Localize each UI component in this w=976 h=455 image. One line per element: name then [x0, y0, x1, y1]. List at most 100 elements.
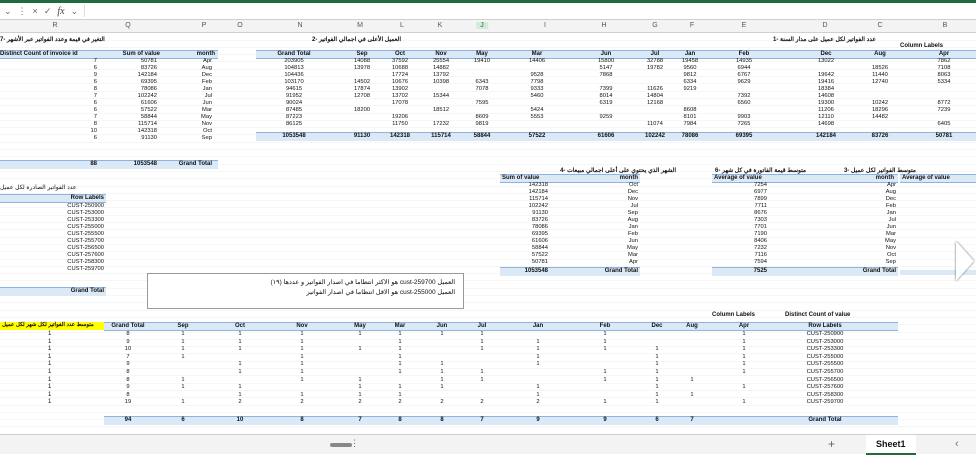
pivot1-cell: 17232 [432, 121, 450, 127]
table-row: 7 50781 Apr [0, 58, 218, 65]
pivot1-col-jan: Jan [684, 51, 696, 57]
sheet-tab-sheet1[interactable]: Sheet1 [866, 435, 916, 455]
column-header-q[interactable]: Q [125, 22, 130, 29]
formula-dropdown-icon[interactable]: ⌄ [71, 6, 79, 17]
column-header-d[interactable]: D [822, 22, 827, 29]
pivot1-column-labels[interactable]: Column Labels [900, 43, 943, 50]
pivot5-customer: CUST-256500 [67, 245, 104, 251]
analysis-note-textbox[interactable]: العميل cust-259700 هو الاكثر انتظاما في … [147, 273, 464, 309]
pivot1-cell: 7798 [530, 79, 544, 85]
list-item: CUST-256500 [0, 245, 106, 252]
pivot1-col-grand-total: Grand Total [277, 51, 311, 57]
table-row: 9 142184 Dec [0, 72, 218, 79]
pivot8-cell: 7 [690, 417, 694, 423]
formula-input[interactable] [84, 5, 976, 17]
pivot8-cell: 1 [603, 369, 607, 375]
pivot1-cell: 7078 [475, 86, 489, 92]
pivot1-col-apr: Apr [938, 51, 950, 57]
confirm-icon[interactable]: ✓ [44, 6, 52, 17]
add-sheet-button[interactable]: + [828, 437, 835, 451]
pivot6-month: May [885, 238, 896, 244]
pivot8-cell: 1 [181, 353, 185, 360]
left-value-cell: 1 [48, 361, 52, 368]
column-header-b[interactable]: B [943, 22, 948, 29]
column-header-i[interactable]: I [544, 22, 546, 29]
pivot8-col-13: Row Labels [808, 323, 842, 329]
pivot1-cell: 18526 [871, 65, 889, 71]
pivot7-total-row: 88 1053548 Grand Total [0, 160, 218, 169]
table-row: 104436 17724 13792 9528 7868 9812 6767 19642 114… [256, 72, 976, 79]
pivot1-cell: 12740 [871, 79, 889, 85]
column-header-n[interactable]: N [297, 22, 302, 29]
pivot1-cell: 13902 [391, 86, 409, 92]
column-header-f[interactable]: F [690, 22, 694, 29]
column-header-k[interactable]: K [438, 22, 443, 29]
pivot7-cell: Feb [202, 79, 212, 85]
pivot1-cell: 14608 [817, 93, 835, 99]
pivot8-cell: 1 [690, 391, 694, 398]
pivot8-cell: 1 [742, 384, 746, 391]
cancel-icon[interactable]: × [33, 6, 38, 16]
chevron-left-icon[interactable]: ‹ [955, 438, 959, 450]
table-row: 7303 Jul [712, 217, 898, 224]
pivot8-cell: CUST-259700 [806, 399, 844, 406]
pivot5-header-label[interactable]: Row Labels [71, 195, 104, 201]
pivot6-value: 7701 [754, 224, 767, 230]
table-row: 7190 Mar [712, 231, 898, 238]
column-header-h[interactable]: H [601, 22, 606, 29]
pivot4-value: 142184 [528, 189, 548, 195]
column-header-g[interactable]: G [652, 22, 657, 29]
table-row: 91130 Sep [500, 210, 640, 217]
more-icon[interactable]: ⋮ [18, 6, 27, 17]
horizontal-scrollbar[interactable] [330, 443, 352, 447]
pivot1-cell: 19782 [646, 65, 664, 71]
pivot1-cell: 8014 [599, 93, 613, 99]
pivot6-value: 7711 [754, 203, 767, 209]
pivot4-month: Jul [630, 203, 638, 209]
column-header-j[interactable]: J [476, 22, 488, 29]
pivot8-cell: 1 [358, 376, 362, 383]
pivot1-cell: 9560 [683, 65, 697, 71]
list-item: CUST-257600 [0, 252, 106, 259]
pivot7-cell: Oct [202, 128, 212, 134]
pivot7-cell: 57522 [140, 107, 157, 113]
pivot6-value: 7254 [754, 182, 767, 188]
pivot1-cell: 8101 [683, 114, 697, 120]
column-header-c[interactable]: C [877, 22, 882, 29]
pivot4-month: Apr [628, 259, 638, 265]
chevron-down-icon[interactable]: ⌄ [4, 6, 12, 17]
pivot8-cell: 1 [300, 361, 304, 368]
left-value-cell: 1 [48, 353, 52, 360]
pivot4-month: May [627, 245, 638, 251]
pivot1-cell: 6343 [475, 79, 489, 85]
pivot6-value: 6977 [754, 189, 767, 195]
column-header-p[interactable]: P [202, 22, 207, 29]
column-header-m[interactable]: M [357, 22, 363, 29]
list-item: CUST-255000 [0, 224, 106, 231]
pivot1-col-may: May [476, 51, 488, 57]
pivot7-cell: 61606 [140, 100, 157, 106]
pivot6-value: 7232 [754, 245, 767, 251]
pivot8-cell: CUST-253000 [806, 338, 844, 345]
pivot6-value: 7594 [754, 259, 767, 265]
pivot1-cell: 69395 [735, 133, 753, 139]
pivot8-cell: 1 [690, 376, 694, 383]
pivot1-cell: 14482 [871, 114, 889, 120]
list-item: CUST-253300 [0, 217, 106, 224]
worksheet-grid[interactable]: عدد الفواتير لكل عميل على مدار السنة -1 … [0, 33, 976, 434]
pivot1-cell: 6560 [737, 100, 751, 106]
column-header-r[interactable]: R [52, 22, 57, 29]
pivot4-value: 58844 [531, 245, 548, 251]
column-header-l[interactable]: L [400, 22, 404, 29]
function-icon[interactable]: fx [57, 6, 64, 17]
column-header-o[interactable]: O [237, 22, 242, 29]
more-options-icon[interactable]: ⋮ [350, 438, 359, 449]
pivot8-cell: 1 [358, 331, 362, 337]
table-row: 78086 Jan [500, 224, 640, 231]
pivot8-column-labels[interactable]: Column Labels [712, 312, 755, 319]
column-header-e[interactable]: E [742, 22, 747, 29]
pivot8-cell: 1 [480, 331, 484, 337]
pivot4-month: Sep [627, 210, 638, 216]
pivot1-cell: 14088 [353, 58, 371, 64]
pivot5-customer: CUST-259700 [67, 266, 104, 272]
